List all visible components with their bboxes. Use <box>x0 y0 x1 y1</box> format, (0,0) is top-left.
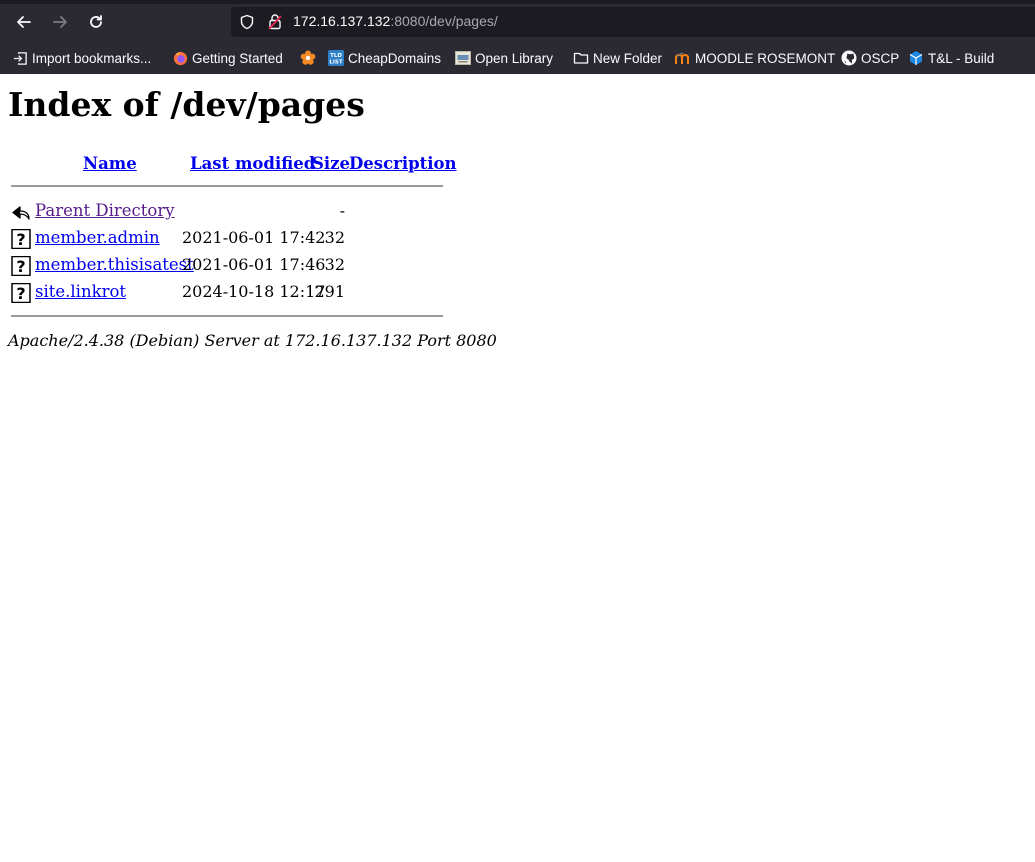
column-header-last-modified[interactable]: Last modified <box>190 154 315 173</box>
bookmark-import[interactable]: Import bookmarks... <box>12 49 151 67</box>
file-size: 32 <box>324 228 345 247</box>
insecure-lock-icon[interactable] <box>267 13 283 31</box>
svg-text:LIST: LIST <box>329 60 343 66</box>
svg-text:?: ? <box>16 284 25 303</box>
reload-button[interactable] <box>82 8 110 36</box>
footer-divider <box>11 315 443 317</box>
bookmark-oscp[interactable]: OSCP <box>841 49 899 67</box>
bookmark-label: CheapDomains <box>348 50 442 66</box>
server-signature: Apache/2.4.38 (Debian) Server at 172.16.… <box>8 331 497 350</box>
table-row: ? member.thisisatest 2021-06-01 17:46 32 <box>10 254 450 278</box>
bookmark-label: Open Library <box>475 50 554 66</box>
parent-directory-link[interactable]: Parent Directory <box>35 201 175 220</box>
open-library-icon <box>455 50 471 66</box>
forward-arrow-icon <box>53 16 67 28</box>
bookmarks-toolbar: Import bookmarks... Getting Started TLD L… <box>0 42 1035 74</box>
tld-list-icon: TLD LIST <box>328 50 344 66</box>
svg-text:?: ? <box>16 257 25 276</box>
bookmark-getting-started[interactable]: Getting Started <box>172 49 283 67</box>
url-path: :8080/dev/pages/ <box>390 13 498 29</box>
table-row: ? member.admin 2021-06-01 17:42 32 <box>10 227 450 251</box>
reload-icon <box>90 15 102 28</box>
shield-icon[interactable] <box>239 14 255 30</box>
unknown-file-icon[interactable]: ? <box>11 256 31 276</box>
file-link[interactable]: member.admin <box>35 228 160 247</box>
forward-button[interactable] <box>46 8 74 36</box>
address-bar[interactable]: 172.16.137.132:8080/dev/pages/ <box>231 7 1035 37</box>
file-link[interactable]: site.linkrot <box>35 282 126 301</box>
firefox-icon <box>172 50 188 66</box>
table-row: ? site.linkrot 2024-10-18 12:17 291 <box>10 281 450 305</box>
back-button[interactable] <box>10 8 38 36</box>
bookmark-tl-build[interactable]: T&L - Build <box>908 49 994 67</box>
unknown-file-icon[interactable]: ? <box>11 283 31 303</box>
file-size: 291 <box>314 282 345 301</box>
bookmark-label: New Folder <box>593 50 663 66</box>
bookmark-label: OSCP <box>861 50 900 66</box>
file-size: 32 <box>324 255 345 274</box>
svg-text:?: ? <box>16 230 25 249</box>
file-link[interactable]: member.thisisatest <box>35 255 194 274</box>
cube-icon <box>908 50 924 66</box>
tab-strip-edge <box>0 0 1035 4</box>
bookmark-open-library[interactable]: Open Library <box>455 49 553 67</box>
bookmark-cheapdomains[interactable]: TLD LIST CheapDomains <box>328 49 441 67</box>
bookmark-moodle[interactable]: MOODLE ROSEMONT <box>675 49 835 67</box>
bookmark-flower[interactable] <box>300 49 320 67</box>
folder-icon <box>573 50 589 66</box>
bookmark-label: Import bookmarks... <box>32 50 152 66</box>
moodle-icon <box>675 50 691 66</box>
header-divider <box>11 185 443 187</box>
column-header-size[interactable]: Size <box>312 154 350 173</box>
url-text[interactable]: 172.16.137.132:8080/dev/pages/ <box>293 13 498 29</box>
bookmark-label: MOODLE ROSEMONT <box>695 50 836 66</box>
bookmark-label: Getting Started <box>192 50 283 66</box>
column-header-name[interactable]: Name <box>83 154 137 173</box>
bookmark-new-folder[interactable]: New Folder <box>573 49 662 67</box>
github-icon <box>841 50 857 66</box>
unknown-file-icon[interactable]: ? <box>11 229 31 249</box>
import-icon <box>12 50 28 66</box>
flower-icon <box>300 50 316 66</box>
url-host: 172.16.137.132 <box>293 13 391 29</box>
column-header-description[interactable]: Description <box>349 154 457 173</box>
back-arrow-icon <box>17 16 31 28</box>
page-title: Index of /dev/pages <box>8 85 365 124</box>
table-row: Parent Directory - <box>10 200 450 224</box>
file-size: - <box>339 201 345 220</box>
browser-toolbar: 172.16.137.132:8080/dev/pages/ <box>0 0 1035 42</box>
back-arrow-icon[interactable] <box>11 202 31 222</box>
bookmark-label: T&L - Build <box>928 50 995 66</box>
svg-text:TLD: TLD <box>330 53 342 59</box>
